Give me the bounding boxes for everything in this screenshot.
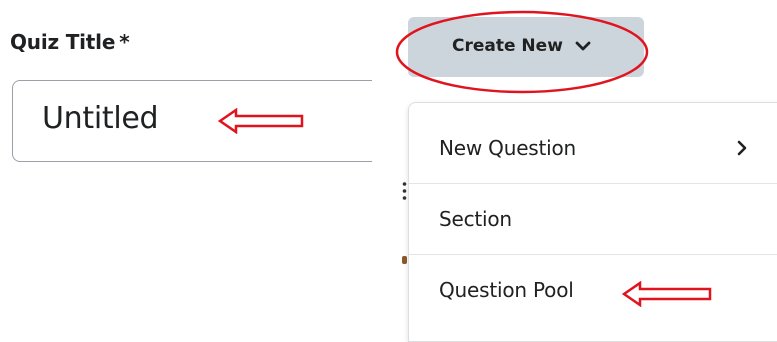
menu-item-question-pool[interactable]: Question Pool	[409, 255, 777, 326]
drag-handle-icon	[402, 182, 407, 200]
required-marker: *	[119, 30, 130, 54]
quiz-title-input-value[interactable]: Untitled	[42, 101, 159, 136]
menu-item-new-question[interactable]: New Question	[409, 113, 777, 184]
quiz-title-label-text: Quiz Title	[10, 30, 116, 54]
create-new-button-label[interactable]: Create New	[452, 36, 563, 56]
create-new-menu: New Question Section Question Pool	[408, 102, 777, 342]
menu-item-label: Section	[439, 207, 512, 231]
chevron-down-icon[interactable]	[574, 39, 592, 53]
menu-item-section[interactable]: Section	[409, 184, 777, 255]
menu-item-label: New Question	[439, 136, 577, 160]
side-marker	[402, 256, 407, 264]
chevron-right-icon	[737, 140, 747, 156]
quiz-title-label: Quiz Title *	[10, 30, 130, 54]
menu-item-label: Question Pool	[439, 278, 574, 302]
